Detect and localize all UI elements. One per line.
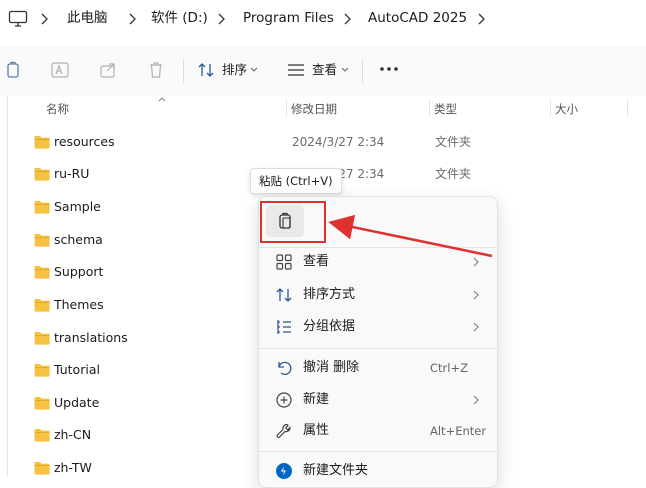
chevron-right-icon — [41, 13, 48, 25]
chevron-right-icon — [344, 13, 351, 25]
sort-arrows-icon — [276, 288, 292, 302]
chevron-right-icon — [473, 290, 479, 300]
folder-plus-icon — [276, 463, 292, 479]
chevron-right-icon[interactable] — [474, 10, 488, 28]
file-name[interactable]: resources — [54, 134, 115, 150]
file-name[interactable]: Tutorial — [54, 362, 100, 378]
chevron-down-icon — [250, 67, 258, 72]
column-header-size[interactable]: 大小 — [555, 102, 578, 116]
view-button-label[interactable]: 查看 — [312, 61, 337, 79]
chevron-right-icon — [218, 13, 225, 25]
paste-tooltip: 粘贴 (Ctrl+V) — [250, 168, 342, 194]
menu-item-view[interactable]: 查看 — [265, 247, 491, 277]
folder-icon — [34, 462, 50, 475]
column-header-type[interactable]: 类型 — [434, 102, 457, 116]
breadcrumb-item-autocad-2025[interactable]: AutoCAD 2025 — [368, 9, 467, 27]
more-options-icon[interactable] — [378, 64, 400, 74]
file-type: 文件夹 — [435, 135, 472, 149]
address-bar[interactable]: 此电脑 软件 (D:) Program Files AutoCAD 2025 — [0, 0, 646, 40]
column-divider[interactable] — [429, 99, 430, 117]
breadcrumb-item-drive-d[interactable]: 软件 (D:) — [151, 9, 208, 27]
copy-icon[interactable] — [3, 60, 23, 80]
menu-item-label: 新建文件夹 — [303, 463, 369, 478]
chevron-right-icon — [473, 395, 479, 405]
menu-item-properties[interactable]: 属性 Alt+Enter — [265, 416, 491, 446]
file-type: 文件夹 — [435, 167, 472, 181]
command-bar: 排序 查看 — [0, 46, 646, 97]
menu-item-label: 新建 — [303, 392, 330, 407]
toolbar-divider — [183, 59, 184, 83]
menu-divider — [259, 451, 497, 452]
menu-item-undo-delete[interactable]: 撤消 删除 Ctrl+Z — [265, 353, 491, 383]
plus-circle-icon — [276, 392, 292, 408]
folder-icon — [34, 201, 50, 214]
rename-icon[interactable] — [50, 60, 70, 80]
menu-item-new-folder[interactable]: 新建文件夹 — [265, 456, 491, 486]
folder-icon — [34, 136, 50, 149]
folder-icon — [34, 332, 50, 345]
file-name[interactable]: ru-RU — [54, 166, 89, 182]
monitor-icon[interactable] — [8, 10, 28, 28]
menu-item-shortcut: Alt+Enter — [430, 424, 487, 438]
file-name[interactable]: Support — [54, 264, 103, 280]
breadcrumb-item-this-pc[interactable]: 此电脑 — [67, 9, 108, 27]
undo-icon — [278, 361, 292, 376]
folder-icon — [34, 299, 50, 312]
menu-item-sort-by[interactable]: 排序方式 — [265, 280, 491, 310]
file-modified: 2024/3/27 2:34 — [292, 135, 385, 149]
view-lines-icon[interactable] — [286, 60, 306, 80]
menu-item-label: 分组依据 — [303, 319, 356, 334]
column-divider[interactable] — [627, 99, 628, 117]
column-divider[interactable] — [550, 99, 551, 117]
menu-item-label: 撤消 删除 — [303, 360, 360, 375]
file-name[interactable]: zh-CN — [54, 427, 91, 443]
folder-icon — [34, 397, 50, 410]
folder-icon — [34, 168, 50, 181]
column-header-name[interactable]: 名称 — [46, 102, 69, 116]
file-name[interactable]: Update — [54, 395, 99, 411]
file-name[interactable]: translations — [54, 330, 128, 346]
folder-icon — [34, 429, 50, 442]
menu-item-group-by[interactable]: 分组依据 — [265, 312, 491, 342]
chevron-right-icon — [473, 322, 479, 332]
toolbar-divider — [362, 59, 363, 83]
share-icon[interactable] — [98, 60, 118, 80]
annotation-highlight-box — [260, 201, 326, 243]
menu-item-label: 属性 — [303, 423, 330, 438]
chevron-right-icon — [129, 13, 136, 25]
file-name[interactable]: schema — [54, 232, 103, 248]
delete-icon[interactable] — [146, 60, 166, 80]
folder-icon — [34, 234, 50, 247]
file-row[interactable]: resources 2024/3/27 2:34 文件夹 — [8, 126, 646, 158]
list-icon — [277, 320, 291, 334]
breadcrumb-item-program-files[interactable]: Program Files — [243, 9, 334, 27]
column-header-modified[interactable]: 修改日期 — [291, 102, 337, 116]
sort-indicator-icon — [158, 97, 166, 102]
sort-button-label[interactable]: 排序 — [222, 61, 247, 79]
file-name[interactable]: zh-TW — [54, 460, 92, 476]
file-name[interactable]: Themes — [54, 297, 104, 313]
menu-item-new[interactable]: 新建 — [265, 385, 491, 415]
menu-item-label: 查看 — [303, 254, 330, 269]
menu-divider — [259, 348, 497, 349]
sort-arrows-icon[interactable] — [196, 60, 216, 80]
wrench-icon — [276, 423, 291, 438]
grid-icon — [276, 254, 292, 270]
menu-item-label: 排序方式 — [303, 287, 356, 302]
chevron-right-icon — [473, 257, 479, 267]
menu-item-shortcut: Ctrl+Z — [430, 361, 468, 375]
folder-icon — [34, 266, 50, 279]
file-name[interactable]: Sample — [54, 199, 101, 215]
folder-icon — [34, 364, 50, 377]
column-divider[interactable] — [286, 99, 287, 117]
chevron-down-icon — [341, 67, 349, 72]
